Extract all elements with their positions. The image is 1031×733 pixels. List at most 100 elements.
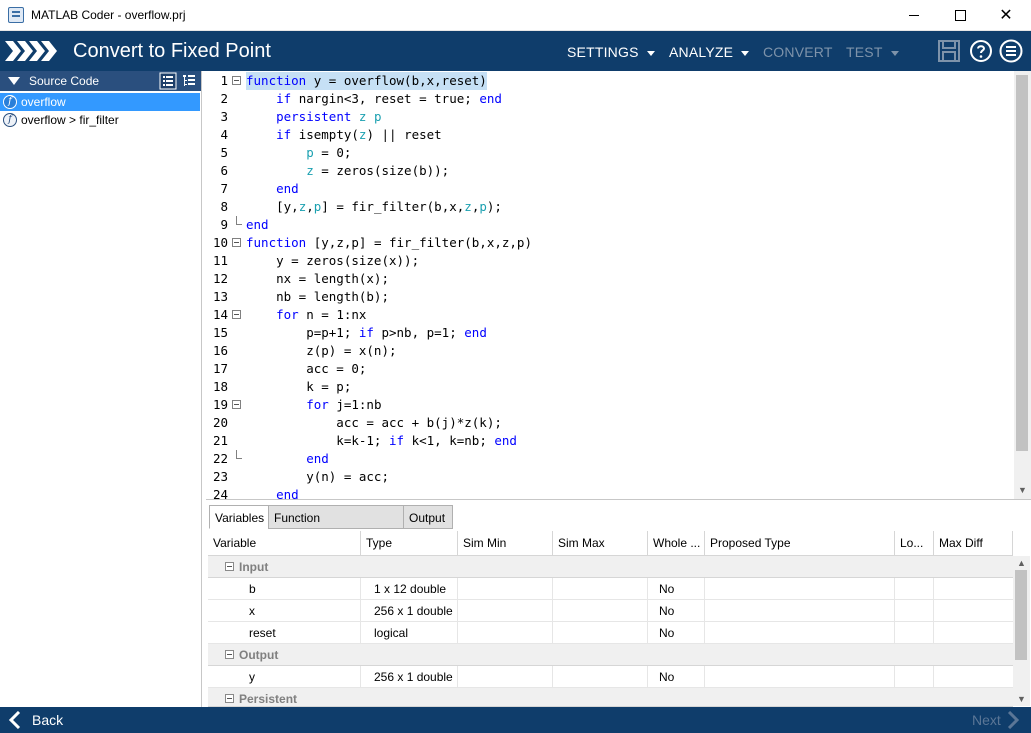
line-number: 3: [220, 109, 228, 124]
analyze-menu[interactable]: ANALYZE: [669, 44, 750, 60]
back-button[interactable]: Back: [6, 710, 63, 730]
code-editor[interactable]: 1 function y = overflow(b,x,reset) 2 if n…: [206, 71, 1031, 499]
function-icon: f: [3, 113, 17, 127]
cell-sim-min: [458, 600, 553, 622]
close-button[interactable]: ✕: [983, 0, 1029, 31]
column-header-max-diff[interactable]: Max Diff: [934, 531, 1013, 556]
code-line: 6 z = zeros(size(b));: [206, 162, 1016, 180]
source-code-panel: Source Code f overflow f overflow > fir_…: [0, 71, 202, 707]
collapse-icon[interactable]: [225, 694, 234, 703]
column-header-type[interactable]: Type: [361, 531, 458, 556]
code-line: 19 for j=1:nb: [206, 396, 1016, 414]
tab-output[interactable]: Output: [403, 505, 453, 529]
save-icon[interactable]: [937, 39, 961, 63]
code-line: 13 nb = length(b);: [206, 288, 1016, 306]
tree-view-icon[interactable]: [180, 72, 198, 90]
column-header-lock[interactable]: Lo...: [895, 531, 934, 556]
collapse-triangle-icon[interactable]: [8, 77, 20, 85]
cell-sim-min: [458, 622, 553, 644]
source-item-fir-filter[interactable]: f overflow > fir_filter: [0, 111, 200, 129]
cell-lock[interactable]: [895, 666, 934, 688]
scroll-down-icon[interactable]: ▼: [1018, 485, 1027, 495]
code-line: 3 persistent z p: [206, 108, 1016, 126]
group-label: Input: [239, 560, 269, 574]
code-line: 12 nx = length(x);: [206, 270, 1016, 288]
cell-whole-number: No: [648, 622, 705, 644]
table-row[interactable]: reset logical No: [208, 622, 1013, 644]
cell-whole-number: No: [648, 600, 705, 622]
fold-toggle-icon[interactable]: [232, 310, 241, 319]
group-label: Output: [239, 648, 279, 662]
editor-scroll-thumb[interactable]: [1016, 75, 1028, 451]
fold-end-marker: [236, 216, 242, 225]
line-number: 16: [212, 343, 228, 358]
code-line: 1 function y = overflow(b,x,reset): [206, 72, 1016, 90]
line-number: 6: [220, 163, 228, 178]
group-row-output[interactable]: Output: [208, 644, 1013, 666]
cell-proposed-type[interactable]: [705, 622, 895, 644]
cell-sim-max: [553, 600, 648, 622]
tab-function-replacements[interactable]: Function Replacements: [268, 505, 404, 549]
line-number: 22: [212, 451, 228, 466]
column-header-sim-max[interactable]: Sim Max: [553, 531, 648, 556]
table-row[interactable]: x 256 x 1 double No: [208, 600, 1013, 622]
code-line: 9 end: [206, 216, 1016, 234]
cell-proposed-type[interactable]: [705, 666, 895, 688]
cell-proposed-type[interactable]: [705, 600, 895, 622]
cell-lock[interactable]: [895, 600, 934, 622]
page-title: Convert to Fixed Point: [73, 40, 271, 62]
menu-icon[interactable]: [999, 39, 1023, 63]
source-code-header[interactable]: Source Code: [0, 71, 201, 91]
collapse-icon[interactable]: [225, 650, 234, 659]
window-title: MATLAB Coder - overflow.prj: [31, 8, 186, 22]
fold-toggle-icon[interactable]: [232, 76, 241, 85]
source-item-overflow[interactable]: f overflow: [0, 93, 200, 111]
grid-scrollbar[interactable]: ▲ ▼: [1013, 556, 1030, 706]
scroll-down-icon[interactable]: ▼: [1017, 694, 1026, 704]
source-code-title: Source Code: [29, 74, 100, 88]
line-number: 21: [212, 433, 228, 448]
convert-button[interactable]: CONVERT: [763, 44, 833, 60]
window-titlebar: MATLAB Coder - overflow.prj ✕: [0, 0, 1031, 31]
maximize-button[interactable]: [937, 0, 983, 31]
minimize-button[interactable]: [891, 0, 937, 31]
chevron-down-icon: [646, 50, 655, 56]
test-menu[interactable]: TEST: [846, 44, 899, 60]
cell-lock[interactable]: [895, 622, 934, 644]
column-header-whole-number[interactable]: Whole ...: [648, 531, 705, 556]
chevron-right-icon: [1007, 711, 1019, 729]
column-header-proposed-type[interactable]: Proposed Type: [705, 531, 895, 556]
list-view-icon[interactable]: [159, 72, 177, 90]
line-number: 2: [220, 91, 228, 106]
cell-type: 256 x 1 double: [361, 666, 458, 688]
scroll-up-icon[interactable]: ▲: [1017, 558, 1026, 568]
cell-variable: b: [208, 578, 361, 600]
line-number: 7: [220, 181, 228, 196]
cell-lock[interactable]: [895, 578, 934, 600]
matlab-coder-app-icon: [8, 7, 24, 23]
column-header-sim-min[interactable]: Sim Min: [458, 531, 553, 556]
group-row-input[interactable]: Input: [208, 556, 1013, 578]
editor-scrollbar[interactable]: ▼: [1014, 71, 1031, 499]
next-button[interactable]: Next: [972, 710, 1021, 730]
table-row[interactable]: b 1 x 12 double No: [208, 578, 1013, 600]
code-line: 22 end: [206, 450, 1016, 468]
cell-variable: y: [208, 666, 361, 688]
workflow-chevrons-icon[interactable]: [5, 41, 59, 61]
fold-toggle-icon[interactable]: [232, 400, 241, 409]
column-header-variable[interactable]: Variable: [208, 531, 361, 556]
table-row[interactable]: y 256 x 1 double No: [208, 666, 1013, 688]
cell-sim-max: [553, 622, 648, 644]
cell-proposed-type[interactable]: [705, 578, 895, 600]
cell-type: 256 x 1 double: [361, 600, 458, 622]
grid-scroll-thumb[interactable]: [1015, 570, 1027, 660]
code-line: 10 function [y,z,p] = fir_filter(b,x,z,p): [206, 234, 1016, 252]
group-label: Persistent: [239, 692, 298, 706]
group-row-persistent[interactable]: Persistent: [208, 688, 1013, 707]
settings-menu[interactable]: SETTINGS: [567, 44, 655, 60]
code-line: 14 for n = 1:nx: [206, 306, 1016, 324]
fold-toggle-icon[interactable]: [232, 238, 241, 247]
collapse-icon[interactable]: [225, 562, 234, 571]
tab-variables[interactable]: Variables: [209, 505, 269, 529]
help-icon[interactable]: [969, 39, 993, 63]
